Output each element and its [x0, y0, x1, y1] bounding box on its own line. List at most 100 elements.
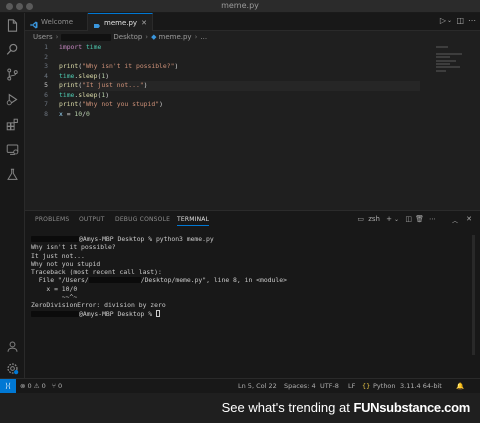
code-lines[interactable]: import time print("Why isn't it possible?… [59, 43, 420, 119]
code-line[interactable]: time.sleep(1) [59, 72, 420, 82]
more-actions-icon[interactable]: ⋯ [429, 215, 436, 223]
cursor-position[interactable]: Ln 5, Col 22 [238, 379, 277, 394]
maximize-panel-icon[interactable]: ︿ [452, 216, 458, 225]
end-of-line[interactable]: LF [348, 379, 355, 394]
terminal-line: Why not you stupid [31, 259, 101, 268]
remote-indicator-icon[interactable]: ⟩⟨ [0, 379, 16, 394]
line-number: 5 [44, 81, 48, 89]
python-file-icon [93, 19, 101, 28]
chevron-right-icon: › [145, 33, 149, 41]
chevron-right-icon: › [194, 33, 198, 41]
trash-icon[interactable]: 🗑 [415, 215, 424, 223]
testing-icon[interactable] [6, 168, 19, 181]
editor-tab-bar: Welcome meme.py ✕ ▷ ⌄ ◫ ⋯ [25, 13, 480, 31]
line-number: 3 [44, 62, 48, 70]
code-token: print [59, 62, 79, 70]
indentation[interactable]: Spaces: 4 [284, 379, 316, 394]
code-line[interactable]: print("Why not you stupid") [59, 100, 420, 110]
minimap[interactable] [436, 46, 466, 74]
search-icon[interactable] [6, 43, 19, 56]
code-line[interactable]: print("It just not...") [59, 81, 420, 91]
notifications-bell-icon[interactable]: 🔔 [456, 379, 464, 394]
terminal-scrollbar[interactable] [472, 235, 475, 355]
tab-problems[interactable]: PROBLEMS [35, 216, 69, 223]
code-token: ) [174, 62, 179, 70]
extensions-icon[interactable] [6, 118, 19, 131]
status-bar: ⟩⟨ ⊗ 0 ⚠ 0 ⑂ 0 Ln 5, Col 22 Spaces: 4 UT… [0, 378, 480, 394]
code-token: ) [105, 90, 110, 99]
tab-welcome[interactable]: Welcome [25, 13, 88, 31]
run-debug-icon[interactable] [6, 93, 19, 106]
chevron-down-icon[interactable]: ⌄ [394, 216, 399, 223]
code-token: time [59, 90, 75, 99]
code-token: sleep [78, 90, 98, 99]
tab-terminal[interactable]: TERMINAL [177, 216, 210, 226]
close-icon[interactable]: ✕ [141, 14, 147, 32]
problems-indicator[interactable]: ⊗ 0 ⚠ 0 [20, 379, 46, 394]
terminal-output[interactable]: @Amys-MBP Desktop % python3 meme.py Why … [31, 235, 466, 318]
traceback-code-line: x = 10/0 [31, 284, 78, 293]
terminal-shell-label[interactable]: zsh [368, 215, 380, 223]
tab-output[interactable]: OUTPUT [79, 216, 105, 223]
remote-explorer-icon[interactable] [6, 143, 19, 156]
explorer-icon[interactable] [6, 19, 19, 32]
more-actions-icon[interactable]: ⋯ [468, 16, 476, 25]
code-line[interactable]: time.sleep(1) [59, 91, 420, 101]
vscode-logo-icon [30, 18, 38, 29]
code-token: 10 [74, 109, 83, 118]
breadcrumb-file[interactable]: meme.py [159, 33, 192, 41]
bottom-panel: PROBLEMS OUTPUT DEBUG CONSOLE TERMINAL ▭… [25, 210, 480, 378]
code-line[interactable]: import time [59, 43, 420, 53]
ports-indicator[interactable]: ⑂ 0 [52, 379, 62, 394]
source-control-icon[interactable] [6, 68, 19, 81]
run-python-file-icon[interactable]: ▷ [440, 16, 446, 25]
code-token: time [85, 43, 102, 51]
traceback-caret-line: ~~^~ [31, 293, 78, 302]
chevron-down-icon[interactable]: ⌄ [447, 17, 452, 24]
code-line[interactable] [59, 53, 420, 63]
breadcrumb-desktop[interactable]: Desktop [113, 33, 142, 41]
watermark-brand: FUNsubstance.com [353, 400, 470, 415]
window-title: meme.py [221, 1, 259, 10]
python-interpreter[interactable]: 3.11.4 64-bit [400, 379, 442, 394]
code-token: = [62, 109, 75, 118]
activity-bar [0, 13, 25, 378]
line-number: 2 [44, 52, 48, 61]
terminal-line: Why isn't it possible? [31, 243, 116, 252]
watermark-text: See what's trending at FUNsubstance.com [221, 400, 471, 415]
tab-label: meme.py [104, 19, 138, 27]
breadcrumb: Users › Desktop › ◆ meme.py ›... [25, 31, 480, 43]
code-token: "It just not..." [82, 81, 144, 89]
traceback-file-line: File "/Users//Desktop/meme.py", line 8, … [31, 276, 287, 285]
code-token: 0 [85, 109, 90, 118]
line-number: 4 [44, 71, 48, 80]
line-number: 8 [44, 109, 48, 118]
split-editor-icon[interactable]: ◫ [456, 16, 464, 25]
code-token: "Why not you stupid" [82, 100, 160, 108]
split-terminal-icon[interactable]: ◫ [405, 215, 412, 223]
account-icon[interactable] [6, 340, 19, 353]
code-token: ) [159, 100, 163, 108]
breadcrumb-symbols[interactable]: ... [200, 33, 207, 41]
braces-icon[interactable]: {} [362, 379, 370, 394]
code-line[interactable]: x = 10/0 [59, 110, 420, 120]
language-mode[interactable]: Python [373, 379, 396, 394]
code-token: print [59, 100, 79, 108]
code-token: print [59, 81, 79, 89]
redacted-username [88, 277, 141, 284]
watermark-banner: See what's trending at FUNsubstance.com [0, 393, 480, 423]
tab-meme-py[interactable]: meme.py ✕ [88, 13, 153, 31]
redacted-username [61, 33, 112, 41]
code-editor[interactable]: 12345678 import time print("Why isn't it … [25, 43, 480, 210]
code-line[interactable]: print("Why isn't it possible?") [59, 62, 420, 72]
terminal-icon: ▭ [357, 215, 364, 223]
tab-debug-console[interactable]: DEBUG CONSOLE [115, 216, 170, 223]
settings-gear-icon[interactable] [6, 362, 19, 375]
line-number: 7 [44, 100, 48, 108]
breadcrumb-users[interactable]: Users [33, 33, 53, 41]
tab-label: Welcome [41, 18, 74, 26]
code-token: sleep [78, 71, 98, 80]
new-terminal-icon[interactable]: + [386, 215, 392, 223]
encoding[interactable]: UTF-8 [320, 379, 339, 394]
close-panel-icon[interactable]: ✕ [466, 215, 472, 223]
